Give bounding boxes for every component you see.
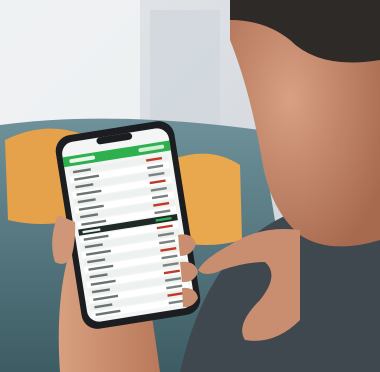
photo-scene (0, 0, 380, 372)
pillow-right (170, 153, 242, 245)
pillow-left (5, 128, 90, 224)
photo-background (0, 0, 380, 372)
